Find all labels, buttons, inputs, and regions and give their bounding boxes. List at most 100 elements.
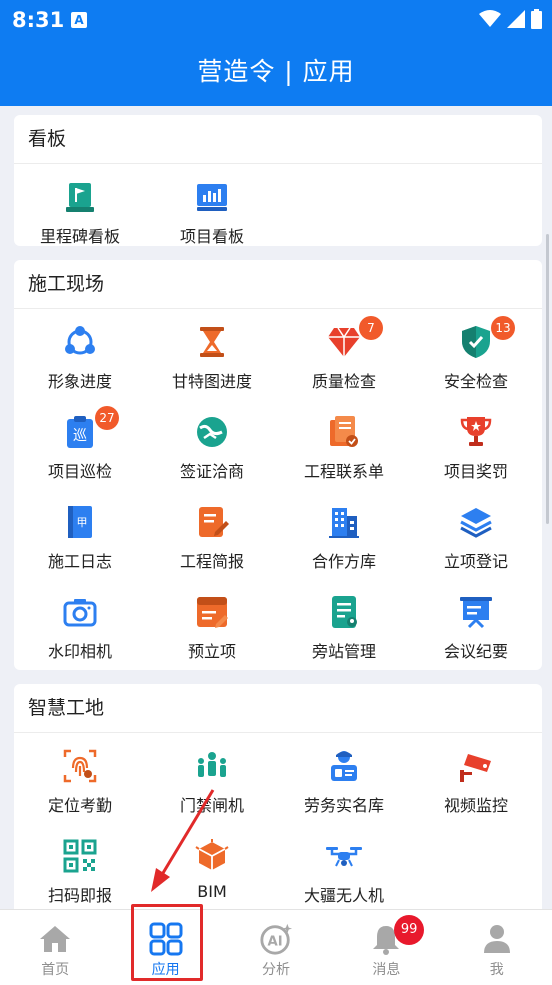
app-tile-project-brief[interactable]: 工程简报 bbox=[146, 489, 278, 579]
app-tile-side-station[interactable]: 旁站管理 bbox=[278, 579, 410, 669]
app-tile-video-surveillance[interactable]: 视频监控 bbox=[410, 733, 542, 823]
turnstile-people-icon bbox=[193, 747, 231, 785]
app-tile-scan-report[interactable]: 扫码即报 bbox=[14, 823, 146, 909]
app-tile-pre-project[interactable]: 预立项 bbox=[146, 579, 278, 669]
bar-chart-board-icon bbox=[193, 178, 231, 216]
cctv-camera-icon bbox=[457, 747, 495, 785]
app-tile-gantt-progress[interactable]: 甘特图进度 bbox=[146, 309, 278, 399]
system-icons bbox=[479, 9, 542, 29]
drone-icon bbox=[325, 837, 363, 875]
app-tile-access-gate[interactable]: 门禁闸机 bbox=[146, 733, 278, 823]
stack-layers-icon bbox=[457, 503, 495, 541]
app-tile-dji-drone[interactable]: 大疆无人机 bbox=[278, 823, 410, 909]
status-time: 8:31 bbox=[12, 8, 65, 32]
nav-tab-label: 首页 bbox=[41, 962, 70, 978]
app-tile-meeting-minutes[interactable]: 会议纪要 bbox=[410, 579, 542, 669]
notification-app-icon: A bbox=[71, 12, 87, 28]
app-tile-construction-log[interactable]: 甲 施工日志 bbox=[14, 489, 146, 579]
app-tile-contact-sheet[interactable]: 工程联系单 bbox=[278, 399, 410, 489]
section-smart-site: 智慧工地 定位考勤 门禁闸机 劳务实名库 视频监控 扫码即报 BIM 大疆无人机 bbox=[14, 684, 542, 909]
app-tile-project-board[interactable]: 项目看板 bbox=[146, 164, 278, 254]
nav-tab-home[interactable]: 首页 bbox=[0, 910, 110, 985]
nav-tab-analysis[interactable]: AI 分析 bbox=[221, 910, 331, 985]
app-tile-project-registration[interactable]: 立项登记 bbox=[410, 489, 542, 579]
app-list-content[interactable]: 看板 里程碑看板 项目看板 施工现场 形象进度 甘特图进度 质量检查 7 安全检… bbox=[0, 106, 552, 909]
app-tile-milestone-board[interactable]: 里程碑看板 bbox=[14, 164, 146, 254]
progress-nodes-icon bbox=[61, 323, 99, 361]
nav-tab-me[interactable]: 我 bbox=[442, 910, 552, 985]
app-tile-label: 水印相机 bbox=[47, 642, 112, 661]
section-construction-site: 施工现场 形象进度 甘特图进度 质量检查 7 安全检查 13 巡 项目巡检 27… bbox=[14, 260, 542, 670]
nav-tab-label: 我 bbox=[489, 962, 504, 978]
fingerprint-location-icon bbox=[61, 747, 99, 785]
app-tile-label: 定位考勤 bbox=[47, 796, 112, 815]
app-tile-label: 视频监控 bbox=[443, 796, 508, 815]
app-tile-bim[interactable]: BIM bbox=[146, 823, 278, 909]
wifi-icon bbox=[479, 10, 501, 27]
section-title: 看板 bbox=[14, 115, 542, 164]
pre-project-folder-icon bbox=[193, 593, 231, 631]
supervision-doc-icon bbox=[325, 593, 363, 631]
section-title: 施工现场 bbox=[14, 260, 542, 309]
app-tile-visa-negotiation[interactable]: 签证洽商 bbox=[146, 399, 278, 489]
buildings-icon bbox=[325, 503, 363, 541]
battery-icon bbox=[531, 9, 542, 29]
app-tile-location-attendance[interactable]: 定位考勤 bbox=[14, 733, 146, 823]
patrol-clipboard-icon: 巡 bbox=[61, 413, 99, 451]
app-header: 营造令 | 应用 bbox=[0, 42, 552, 106]
app-tile-label: 质量检查 bbox=[311, 372, 376, 391]
nav-tab-label: 分析 bbox=[261, 962, 290, 978]
app-tile-labor-realname[interactable]: 劳务实名库 bbox=[278, 733, 410, 823]
app-tile-label: 大疆无人机 bbox=[303, 886, 384, 905]
scrollbar-thumb[interactable] bbox=[546, 234, 549, 524]
app-tile-label: 项目奖罚 bbox=[443, 462, 508, 481]
svg-text:甲: 甲 bbox=[77, 516, 88, 529]
diamond-icon bbox=[325, 323, 363, 361]
qr-code-icon bbox=[61, 837, 99, 875]
app-tile-label: 预立项 bbox=[187, 642, 236, 661]
person-icon bbox=[480, 922, 514, 956]
camera-icon bbox=[61, 593, 99, 631]
app-tile-safety-check[interactable]: 安全检查 13 bbox=[410, 309, 542, 399]
status-bar: 8:31 A bbox=[0, 0, 552, 42]
section-dashboard: 看板 里程碑看板 项目看板 bbox=[14, 115, 542, 246]
app-tile-label: 施工日志 bbox=[47, 552, 112, 571]
app-tile-project-rewards[interactable]: 项目奖罚 bbox=[410, 399, 542, 489]
app-tile-label: 甘特图进度 bbox=[171, 372, 252, 391]
count-badge: 13 bbox=[491, 316, 515, 340]
signal-icon bbox=[507, 10, 525, 28]
nav-tab-messages[interactable]: 消息 99 bbox=[331, 910, 441, 985]
count-badge: 27 bbox=[95, 406, 119, 430]
milestone-flag-icon bbox=[61, 178, 99, 216]
app-tile-label: 里程碑看板 bbox=[39, 227, 120, 246]
app-tile-image-progress[interactable]: 形象进度 bbox=[14, 309, 146, 399]
worker-id-icon bbox=[325, 747, 363, 785]
home-icon bbox=[38, 922, 72, 956]
bim-cube-icon bbox=[193, 837, 231, 875]
trophy-icon bbox=[457, 413, 495, 451]
app-tile-label: 劳务实名库 bbox=[303, 796, 384, 815]
count-badge: 7 bbox=[359, 316, 383, 340]
app-tile-label: 形象进度 bbox=[47, 372, 112, 391]
handshake-globe-icon bbox=[193, 413, 231, 451]
app-tile-label: 扫码即报 bbox=[47, 886, 112, 905]
app-tile-label: 合作方库 bbox=[311, 552, 376, 571]
svg-text:巡: 巡 bbox=[73, 428, 87, 444]
app-tile-label: 门禁闸机 bbox=[179, 796, 244, 815]
annotation-highlight-box bbox=[131, 904, 203, 981]
svg-text:AI: AI bbox=[267, 935, 282, 950]
contact-sheet-icon bbox=[325, 413, 363, 451]
hourglass-icon bbox=[193, 323, 231, 361]
app-tile-project-patrol[interactable]: 巡 项目巡检 27 bbox=[14, 399, 146, 489]
section-title: 智慧工地 bbox=[14, 684, 542, 733]
app-tile-partner-library[interactable]: 合作方库 bbox=[278, 489, 410, 579]
app-tile-label: 安全检查 bbox=[443, 372, 508, 391]
log-book-icon: 甲 bbox=[61, 503, 99, 541]
app-tile-label: 工程简报 bbox=[179, 552, 244, 571]
shield-check-icon bbox=[457, 323, 495, 361]
app-tile-quality-check[interactable]: 质量检查 7 bbox=[278, 309, 410, 399]
app-tile-watermark-camera[interactable]: 水印相机 bbox=[14, 579, 146, 669]
app-tile-label: BIM bbox=[197, 882, 227, 901]
app-tile-label: 会议纪要 bbox=[443, 642, 508, 661]
app-tile-label: 旁站管理 bbox=[311, 642, 376, 661]
